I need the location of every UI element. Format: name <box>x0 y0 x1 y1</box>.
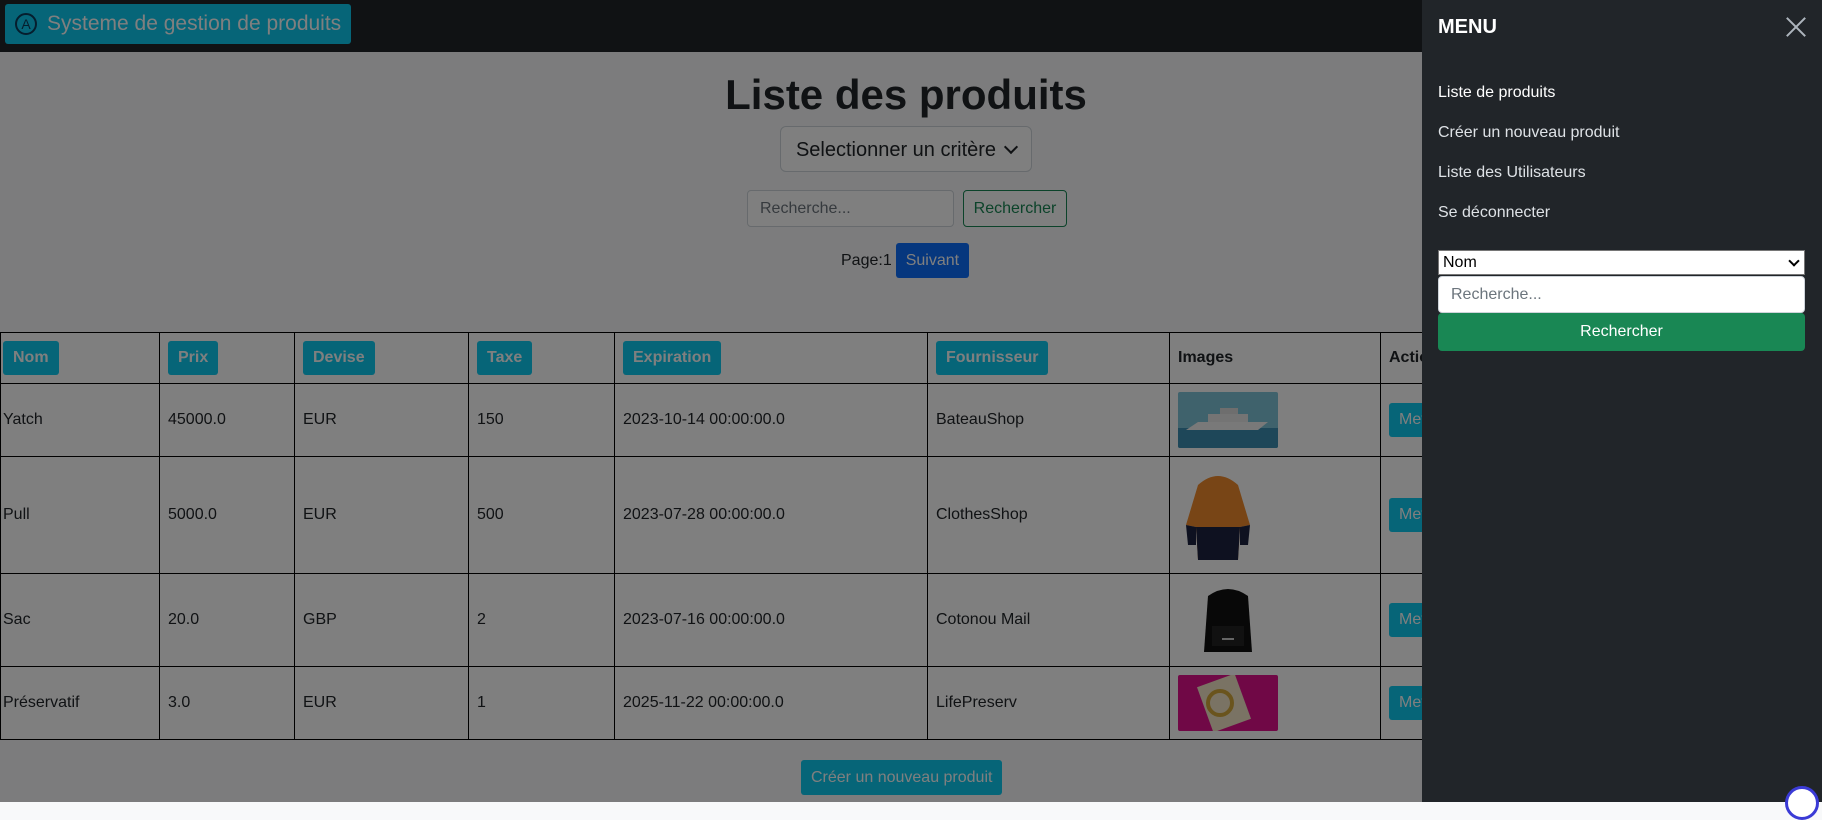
nav-users-list[interactable]: Liste des Utilisateurs <box>1438 164 1586 182</box>
side-menu: MENU Liste de produits Créer un nouveau … <box>1422 0 1822 802</box>
sidebar-search-input[interactable] <box>1438 276 1805 313</box>
nav-logout[interactable]: Se déconnecter <box>1438 204 1550 222</box>
nav-products-list[interactable]: Liste de produits <box>1438 84 1555 102</box>
nav-create-product[interactable]: Créer un nouveau produit <box>1438 124 1619 142</box>
chevron-down-icon <box>1788 255 1800 267</box>
chat-widget-icon[interactable] <box>1785 786 1819 820</box>
sidebar-search-button[interactable]: Rechercher <box>1438 313 1805 351</box>
close-icon[interactable] <box>1785 16 1807 38</box>
criteria-select-value: Nom <box>1443 254 1477 271</box>
menu-title: MENU <box>1438 16 1497 38</box>
criteria-select-sidebar[interactable]: Nom <box>1438 250 1805 275</box>
